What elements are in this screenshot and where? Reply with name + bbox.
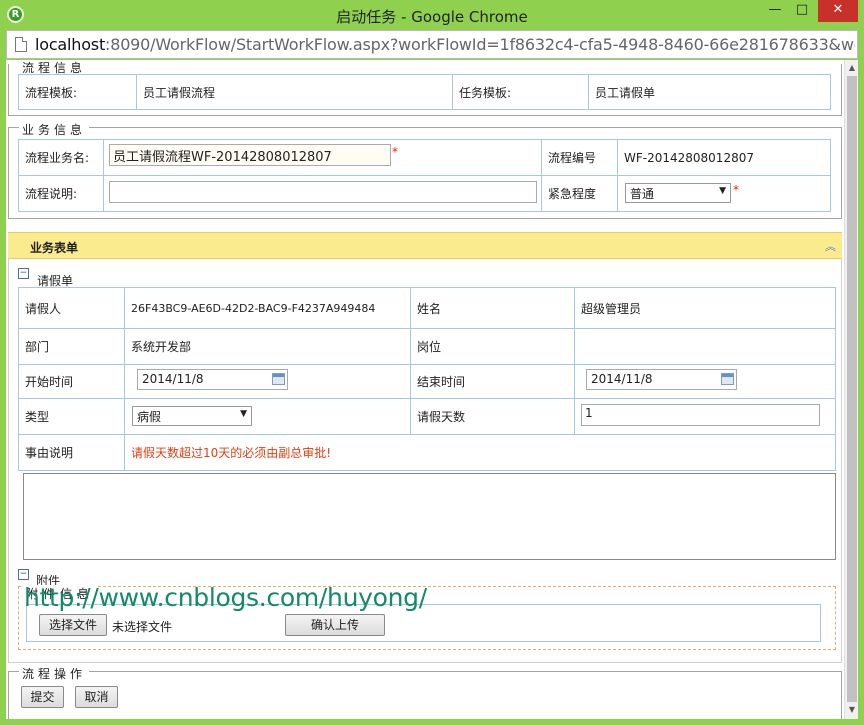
task-template-value: 员工请假单 [588,74,831,110]
start-label: 开始时间 [18,364,125,399]
window-titlebar: R 启动任务 - Google Chrome — □ ✕ [0,0,864,30]
scroll-thumb[interactable] [847,76,857,702]
flow-no-value: WF-20142808012807 [617,139,831,176]
vertical-scrollbar[interactable]: ▲ ▼ [844,60,858,719]
end-label: 结束时间 [410,364,575,399]
cancel-button[interactable]: 取消 [75,686,118,708]
url-host: localhost [35,35,106,54]
minimize-button[interactable]: — [762,0,788,22]
page-viewport: 流程信息 流程模板: 员工请假流程 任务模板: 员工请假单 业务信息 流程业务名… [6,60,844,719]
template-value: 员工请假流程 [136,74,453,110]
close-button[interactable]: ✕ [818,0,858,22]
urgency-label: 紧急程度 [541,175,618,212]
urgency-select[interactable]: 普通 ▼ [625,183,731,203]
upload-button[interactable]: 确认上传 [285,614,385,636]
name-label: 姓名 [410,287,575,329]
desc-input[interactable] [109,181,537,203]
maximize-button[interactable]: □ [789,0,815,22]
page-icon [15,37,27,52]
scroll-up-icon[interactable]: ▲ [847,63,857,73]
business-info-legend: 业务信息 [19,121,90,138]
end-date-input[interactable]: 2014/11/8 [586,369,737,390]
reason-note: 请假天数超过10天的必须由副总审批! [124,434,836,471]
start-date-value: 2014/11/8 [142,372,204,386]
leave-type-select[interactable]: 病假 ▼ [132,406,252,426]
flow-info-table: 流程模板: 员工请假流程 任务模板: 员工请假单 [18,74,831,110]
collapse-up-icon[interactable]: ︽ [825,238,836,254]
leave-days-input[interactable]: 1 [581,404,820,426]
dept-value: 系统开发部 [124,328,411,365]
applicant-label: 请假人 [18,287,125,329]
biz-name-required-mark: * [392,145,398,159]
urgency-selected-value: 普通 [630,187,655,201]
reason-textarea[interactable] [23,473,836,560]
desc-label: 流程说明: [18,175,104,212]
operations-legend: 流程操作 [19,665,90,682]
days-label: 请假天数 [410,398,575,435]
choose-file-button[interactable]: 选择文件 [39,614,107,636]
window-title: 启动任务 - Google Chrome [336,8,528,26]
dept-label: 部门 [18,328,125,365]
watermark-text: http://www.cnblogs.com/huyong/ [24,583,427,612]
task-template-label: 任务模板: [452,74,589,110]
business-form-header[interactable]: 业务表单 ︽ [8,232,842,259]
start-date-input[interactable]: 2014/11/8 [137,369,288,390]
applicant-value: 26F43BC9-AE6D-42D2-BAC9-F4237A949484 [124,287,411,329]
calendar-icon[interactable] [272,373,285,385]
biz-name-input[interactable]: 员工请假流程WF-20142808012807 [109,144,391,166]
urgency-required-mark: * [733,183,739,197]
leave-type-selected-value: 病假 [137,410,162,424]
type-label: 类型 [18,398,125,435]
address-bar[interactable]: localhost:8090/WorkFlow/StartWorkFlow.as… [6,30,858,59]
end-date-value: 2014/11/8 [591,372,653,386]
leave-form-collapse-icon[interactable]: − [18,268,29,279]
scroll-down-icon[interactable]: ▼ [847,705,857,715]
attachment-collapse-icon[interactable]: − [18,569,29,580]
chevron-down-icon: ▼ [719,186,726,196]
reason-label: 事由说明 [18,434,125,471]
business-info-fieldset: 业务信息 流程业务名: 流程编号 WF-20142808012807 流程说明:… [8,121,842,219]
operations-fieldset: 流程操作 提交 取消 [8,665,842,719]
flow-info-fieldset: 流程信息 流程模板: 员工请假流程 任务模板: 员工请假单 [8,60,842,116]
biz-name-label: 流程业务名: [18,139,104,176]
flow-no-label: 流程编号 [541,139,618,176]
template-label: 流程模板: [18,74,137,110]
calendar-icon[interactable] [721,373,734,385]
business-form-title: 业务表单 [30,241,79,255]
submit-button[interactable]: 提交 [21,686,64,708]
url-text[interactable]: localhost:8090/WorkFlow/StartWorkFlow.as… [35,35,855,54]
name-value: 超级管理员 [574,287,836,329]
post-label: 岗位 [410,328,575,365]
no-file-text: 未选择文件 [112,620,173,634]
url-path: :8090/WorkFlow/StartWorkFlow.aspx?workFl… [105,35,855,54]
post-value [574,328,836,365]
chevron-down-icon: ▼ [240,409,247,419]
